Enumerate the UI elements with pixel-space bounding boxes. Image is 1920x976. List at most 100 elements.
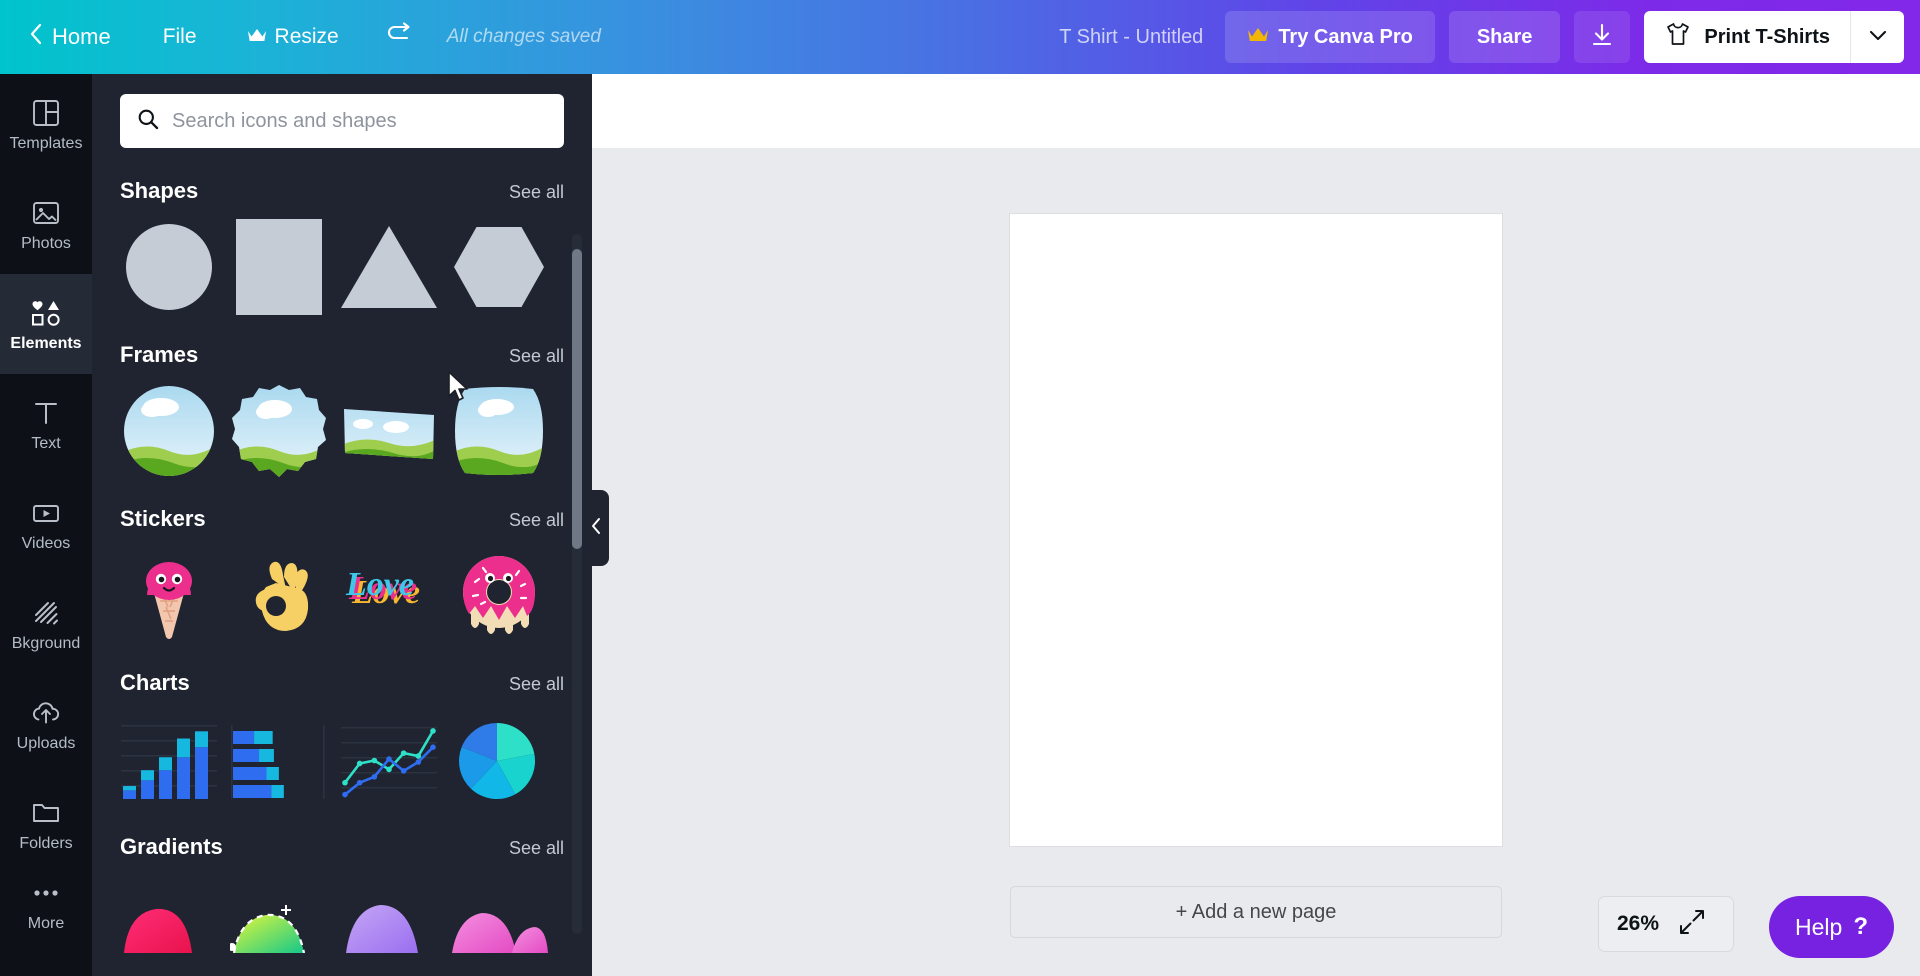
section-title: Charts [120, 670, 190, 695]
resize-button[interactable]: Resize [233, 14, 353, 60]
add-page-label: + Add a new page [1175, 900, 1337, 923]
search-input[interactable] [172, 109, 548, 133]
sidebar-item-videos[interactable]: Videos [0, 474, 92, 574]
folders-icon [31, 797, 61, 829]
sticker-donut[interactable] [450, 546, 548, 644]
chevron-left-icon [28, 22, 44, 52]
document-title[interactable]: T Shirt - Untitled [1059, 26, 1203, 49]
download-button[interactable] [1574, 11, 1631, 63]
sidebar-item-label: Text [31, 434, 61, 452]
home-button[interactable]: Home [14, 14, 125, 60]
search-bar-container [92, 74, 592, 152]
section-title: Gradients [120, 834, 223, 859]
sidebar-item-label: Uploads [16, 734, 76, 752]
home-label: Home [52, 24, 111, 49]
save-status-text: All changes saved [446, 26, 601, 47]
sticker-ice-cream[interactable] [120, 546, 218, 644]
gradient-pink-blob[interactable] [120, 874, 218, 972]
add-a-new-page-button[interactable]: + Add a new page [1010, 886, 1502, 938]
frames-thumbnail-row [120, 382, 564, 480]
collapse-panel-button[interactable] [583, 490, 609, 566]
resize-label: Resize [274, 25, 339, 48]
chart-horizontal-bar[interactable] [230, 710, 328, 808]
see-all-gradients-link[interactable]: See all [509, 838, 564, 859]
videos-icon [31, 497, 61, 529]
left-tool-rail: Templates Photos Elements Text Videos Bk… [0, 74, 92, 976]
shape-square[interactable] [230, 218, 328, 316]
sidebar-item-label: Videos [21, 534, 71, 552]
file-menu-button[interactable]: File [149, 14, 211, 60]
expand-icon[interactable] [1679, 909, 1705, 940]
print-dropdown-caret[interactable] [1850, 11, 1904, 63]
elements-icon [30, 297, 62, 329]
search-icon [136, 107, 160, 136]
sidebar-item-label: More [27, 914, 65, 932]
crown-icon [247, 25, 267, 49]
share-label: Share [1476, 25, 1533, 48]
frame-circle[interactable] [120, 382, 218, 480]
redo-button[interactable] [377, 14, 425, 60]
section-title: Stickers [120, 506, 206, 531]
section-frames: Frames See all [92, 342, 592, 480]
canvas-stage: + Add a new page 26% Help ? [592, 74, 1920, 976]
sticker-ok-hand[interactable] [230, 546, 328, 644]
redo-icon [387, 21, 415, 53]
sidebar-item-label: Folders [19, 834, 73, 852]
help-question-mark: ? [1853, 913, 1868, 940]
stage-top-strip [592, 74, 1920, 148]
sidebar-item-label: Photos [21, 234, 71, 252]
chart-pie[interactable] [450, 710, 548, 808]
sidebar-item-photos[interactable]: Photos [0, 174, 92, 274]
elements-side-panel: Shapes See all Frames See all [92, 74, 592, 976]
section-header: Stickers See all [120, 506, 564, 532]
tshirt-icon [1664, 21, 1692, 53]
see-all-shapes-link[interactable]: See all [509, 182, 564, 203]
section-header: Shapes See all [120, 178, 564, 204]
sidebar-item-elements[interactable]: Elements [0, 274, 92, 374]
sticker-love-text[interactable]: Love Love Love [340, 546, 438, 644]
help-button[interactable]: Help ? [1769, 896, 1894, 958]
section-charts: Charts See all [92, 670, 592, 808]
zoom-level-value: 26% [1617, 912, 1660, 935]
gradient-green-blob[interactable] [230, 874, 328, 972]
sidebar-item-templates[interactable]: Templates [0, 74, 92, 174]
see-all-frames-link[interactable]: See all [509, 346, 564, 367]
chevron-down-icon [1868, 28, 1888, 47]
print-tshirts-button[interactable]: Print T-Shirts [1644, 11, 1850, 63]
gradient-magenta-blob[interactable] [450, 874, 548, 972]
design-canvas-page[interactable] [1010, 214, 1502, 846]
download-icon [1589, 22, 1615, 53]
gradients-thumbnail-row [120, 874, 564, 972]
templates-icon [31, 97, 61, 129]
search-box[interactable] [120, 94, 564, 148]
help-label: Help [1795, 913, 1843, 940]
sidebar-item-uploads[interactable]: Uploads [0, 674, 92, 774]
shape-triangle[interactable] [340, 218, 438, 316]
sidebar-item-more[interactable]: More [0, 854, 92, 954]
share-button[interactable]: Share [1448, 11, 1561, 63]
frame-scalloped[interactable] [230, 382, 328, 480]
chart-line[interactable] [340, 710, 438, 808]
text-icon [31, 397, 61, 429]
try-canva-pro-button[interactable]: Try Canva Pro [1225, 11, 1435, 63]
frame-rounded-square[interactable] [450, 382, 548, 480]
section-stickers: Stickers See all Love Love Love [92, 506, 592, 644]
gradient-purple-blob[interactable] [340, 874, 438, 972]
shape-circle[interactable] [120, 218, 218, 316]
sidebar-item-background[interactable]: Bkground [0, 574, 92, 674]
file-label: File [162, 25, 197, 48]
background-icon [31, 597, 61, 629]
frame-tilted-rectangle[interactable] [340, 382, 438, 480]
more-dots-icon [31, 877, 61, 909]
chevron-left-icon [590, 517, 602, 540]
panel-scrollbar-thumb[interactable] [572, 249, 582, 549]
chart-stacked-bar[interactable] [120, 710, 218, 808]
uploads-icon [30, 697, 62, 729]
shape-hexagon[interactable] [450, 218, 548, 316]
try-canva-pro-label: Try Canva Pro [1278, 25, 1413, 48]
zoom-control[interactable]: 26% [1598, 896, 1734, 952]
sidebar-item-text[interactable]: Text [0, 374, 92, 474]
section-title: Shapes [120, 178, 199, 203]
see-all-charts-link[interactable]: See all [509, 674, 564, 695]
see-all-stickers-link[interactable]: See all [509, 510, 564, 531]
